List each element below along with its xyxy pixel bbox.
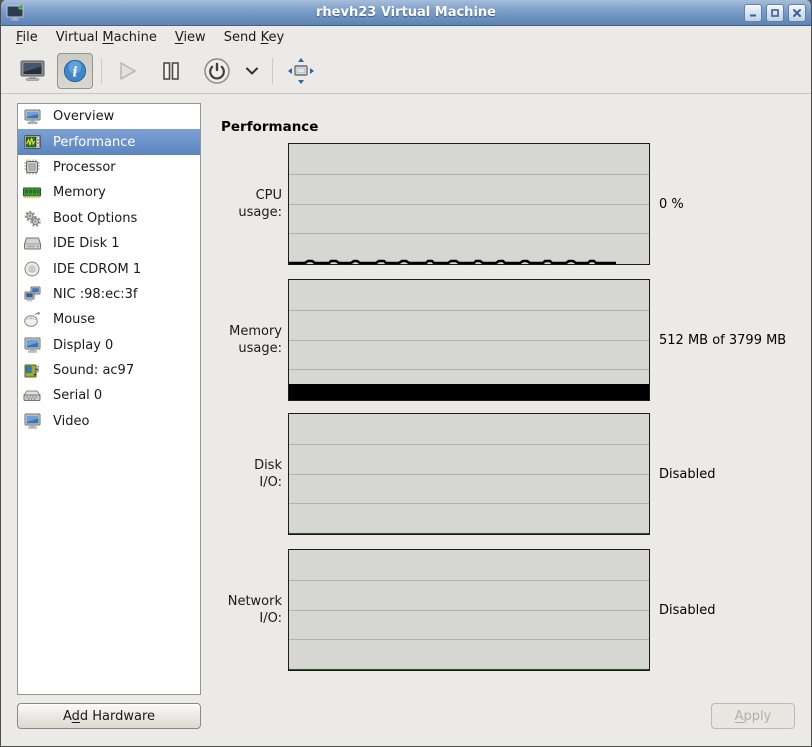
cpu-usage-value: 0 % bbox=[659, 197, 684, 212]
vm-details-window: rhevh23 Virtual Machine File Virtual Mac… bbox=[0, 0, 812, 747]
sidebar-item-mouse[interactable]: Mouse bbox=[18, 307, 200, 332]
sidebar-item-video[interactable]: Video bbox=[18, 409, 200, 434]
performance-panel: Performance CPU usage: 0 % Memory usage: bbox=[211, 94, 811, 746]
serial-icon bbox=[23, 387, 41, 404]
shutdown-menu-button[interactable] bbox=[240, 53, 264, 89]
sidebar-item-processor[interactable]: Processor bbox=[18, 155, 200, 180]
window-title: rhevh23 Virtual Machine bbox=[1, 5, 811, 20]
memory-usage-value: 512 MB of 3799 MB bbox=[659, 333, 786, 348]
svg-text:♪: ♪ bbox=[33, 367, 39, 378]
cpu-usage-label: CPU usage: bbox=[211, 187, 288, 221]
close-button[interactable] bbox=[788, 4, 806, 22]
menubar: File Virtual Machine View Send Key bbox=[1, 26, 811, 48]
sidebar-item-sound[interactable]: ♪ Sound: ac97 bbox=[18, 358, 200, 383]
sidebar-item-label: NIC :98:ec:3f bbox=[53, 287, 137, 302]
processor-icon bbox=[23, 159, 41, 176]
minimize-button[interactable] bbox=[744, 4, 762, 22]
sidebar-item-label: Performance bbox=[53, 135, 135, 150]
sidebar-item-label: Video bbox=[53, 414, 89, 429]
show-details-button[interactable]: i bbox=[57, 53, 93, 89]
chevron-down-icon bbox=[245, 67, 259, 75]
sidebar-item-memory[interactable]: Memory bbox=[18, 180, 200, 205]
disk-io-label: Disk I/O: bbox=[211, 457, 288, 491]
maximize-button[interactable] bbox=[766, 4, 784, 22]
page-title: Performance bbox=[221, 119, 318, 135]
disk-io-graph bbox=[288, 413, 650, 535]
sidebar-item-label: Overview bbox=[53, 109, 114, 124]
show-console-button[interactable] bbox=[14, 53, 51, 89]
apply-button[interactable]: Apply bbox=[711, 703, 795, 729]
console-icon bbox=[19, 60, 46, 82]
memory-usage-label: Memory usage: bbox=[211, 323, 288, 357]
display-icon bbox=[23, 337, 41, 354]
toolbar-separator bbox=[272, 58, 273, 84]
run-button[interactable] bbox=[110, 53, 144, 89]
memory-usage-row: Memory usage: 512 MB of 3799 MB bbox=[211, 279, 786, 401]
maximize-icon bbox=[770, 8, 780, 18]
sidebar-item-label: Display 0 bbox=[53, 338, 113, 353]
sidebar-item-label: Serial 0 bbox=[53, 388, 102, 403]
menu-view[interactable]: View bbox=[166, 28, 215, 47]
disk-io-value: Disabled bbox=[659, 467, 715, 482]
sidebar-item-label: Mouse bbox=[53, 312, 95, 327]
add-hardware-button[interactable]: Add Hardware bbox=[17, 703, 201, 729]
mouse-icon bbox=[23, 311, 41, 328]
pause-button[interactable] bbox=[156, 53, 186, 89]
video-icon bbox=[23, 413, 41, 430]
toolbar-separator bbox=[101, 58, 102, 84]
sidebar-item-overview[interactable]: Overview bbox=[18, 104, 200, 129]
sidebar-item-label: Sound: ac97 bbox=[53, 363, 134, 378]
overview-icon bbox=[23, 108, 41, 125]
network-io-row: Network I/O: Disabled bbox=[211, 549, 786, 671]
sidebar-item-nic[interactable]: NIC :98:ec:3f bbox=[18, 282, 200, 307]
sidebar-item-ide-disk-1[interactable]: IDE Disk 1 bbox=[18, 231, 200, 256]
sidebar-item-performance[interactable]: Performance bbox=[18, 129, 200, 154]
shutdown-button[interactable] bbox=[198, 53, 236, 89]
sound-icon: ♪ bbox=[23, 362, 41, 379]
performance-icon bbox=[23, 134, 41, 151]
details-info-icon: i bbox=[63, 58, 87, 84]
toolbar: i bbox=[1, 48, 811, 94]
disk-icon bbox=[23, 235, 41, 252]
sidebar-item-label: IDE Disk 1 bbox=[53, 236, 120, 251]
fullscreen-button[interactable] bbox=[281, 53, 321, 89]
sidebar-item-label: Processor bbox=[53, 160, 116, 175]
menu-virtual-machine[interactable]: Virtual Machine bbox=[47, 28, 166, 47]
sidebar-item-serial-0[interactable]: Serial 0 bbox=[18, 383, 200, 408]
menu-file[interactable]: File bbox=[7, 28, 47, 47]
sidebar-item-ide-cdrom-1[interactable]: IDE CDROM 1 bbox=[18, 256, 200, 281]
menu-send-key[interactable]: Send Key bbox=[215, 28, 293, 47]
disk-io-zero-line bbox=[289, 533, 649, 534]
memory-fill-bar bbox=[289, 384, 649, 400]
sidebar-item-display-0[interactable]: Display 0 bbox=[18, 333, 200, 358]
network-io-value: Disabled bbox=[659, 603, 715, 618]
network-io-zero-line bbox=[289, 669, 649, 670]
svg-text:i: i bbox=[72, 64, 77, 80]
network-io-graph bbox=[288, 549, 650, 671]
cdrom-icon bbox=[23, 261, 41, 278]
titlebar[interactable]: rhevh23 Virtual Machine bbox=[1, 0, 811, 26]
sidebar-item-label: Memory bbox=[53, 185, 106, 200]
shutdown-icon bbox=[203, 57, 231, 85]
run-icon bbox=[115, 59, 139, 83]
boot-options-icon bbox=[23, 210, 41, 227]
hardware-list: Overview Performance bbox=[17, 103, 201, 695]
memory-usage-graph bbox=[288, 279, 650, 401]
nic-icon bbox=[23, 286, 41, 303]
cpu-usage-graph bbox=[288, 143, 650, 265]
memory-icon bbox=[23, 184, 41, 201]
sidebar-item-label: IDE CDROM 1 bbox=[53, 262, 141, 277]
sidebar-item-boot-options[interactable]: Boot Options bbox=[18, 206, 200, 231]
close-icon bbox=[792, 8, 802, 18]
network-io-label: Network I/O: bbox=[211, 593, 288, 627]
minimize-icon bbox=[748, 8, 758, 18]
sidebar-item-label: Boot Options bbox=[53, 211, 137, 226]
pause-icon bbox=[161, 60, 181, 82]
cpu-usage-line bbox=[289, 255, 649, 265]
fullscreen-icon bbox=[286, 56, 316, 86]
disk-io-row: Disk I/O: Disabled bbox=[211, 413, 786, 535]
cpu-usage-row: CPU usage: 0 % bbox=[211, 143, 786, 265]
